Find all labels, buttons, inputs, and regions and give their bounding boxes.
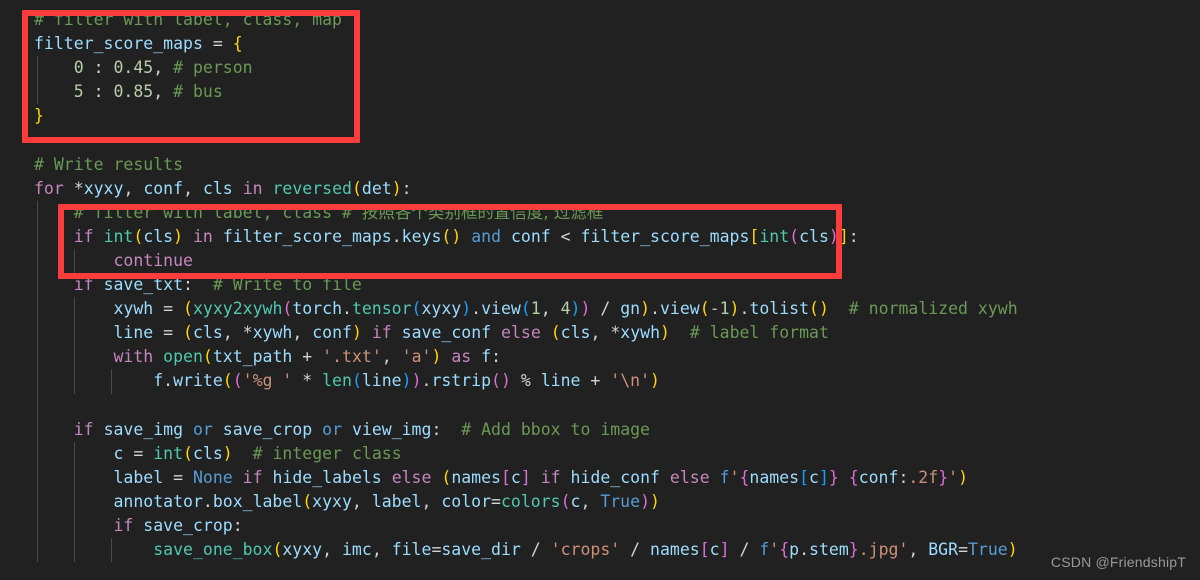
code-line: # Write results	[34, 154, 184, 174]
code-line: 0 : 0.45, # person	[0, 56, 1200, 81]
code-line: 5 : 0.85, # bus	[0, 80, 1200, 105]
code-line: save_one_box(xyxy, imc, file=save_dir / …	[0, 538, 1200, 563]
code-line: c = int(cls) # integer class	[0, 441, 1200, 466]
code-line: for *xyxy, conf, cls in reversed(det):	[34, 178, 412, 198]
code-line: if save_img or save_crop or view_img: # …	[0, 417, 1200, 442]
code-line: }	[34, 106, 44, 126]
code-line: if int(cls) in filter_score_maps.keys() …	[0, 224, 1200, 249]
csdn-watermark: CSDN @FriendshipT	[1050, 554, 1186, 570]
code-line: annotator.box_label(xyxy, label, color=c…	[0, 489, 1200, 514]
code-line: filter_score_maps = {	[34, 34, 243, 54]
code-line: label = None if hide_labels else (names[…	[0, 465, 1200, 490]
code-line: # filter with label, class, map	[0, 8, 1200, 32]
code-line: continue	[0, 248, 1200, 274]
code-screenshot: # filter with label, class, map filter_s…	[0, 0, 1200, 580]
code-line: if save_txt: # Write to file	[0, 273, 1200, 298]
code-line: # filter with label, class # 按照各个类别框的置信度…	[0, 200, 1200, 225]
code-line: f.write(('%g ' * len(line)).rstrip() % l…	[0, 369, 1200, 394]
code-line: with open(txt_path + '.txt', 'a') as f:	[0, 345, 1200, 370]
code-line: if save_crop:	[0, 513, 1200, 539]
code-line-blank	[0, 393, 1200, 418]
code-line: xywh = (xyxy2xywh(torch.tensor(xyxy).vie…	[0, 297, 1200, 322]
code-line: line = (cls, *xywh, conf) if save_conf e…	[0, 321, 1200, 346]
code-editor-content[interactable]: # filter with label, class, map filter_s…	[0, 0, 1200, 580]
comment-token: # filter with label, class, map	[34, 10, 342, 29]
